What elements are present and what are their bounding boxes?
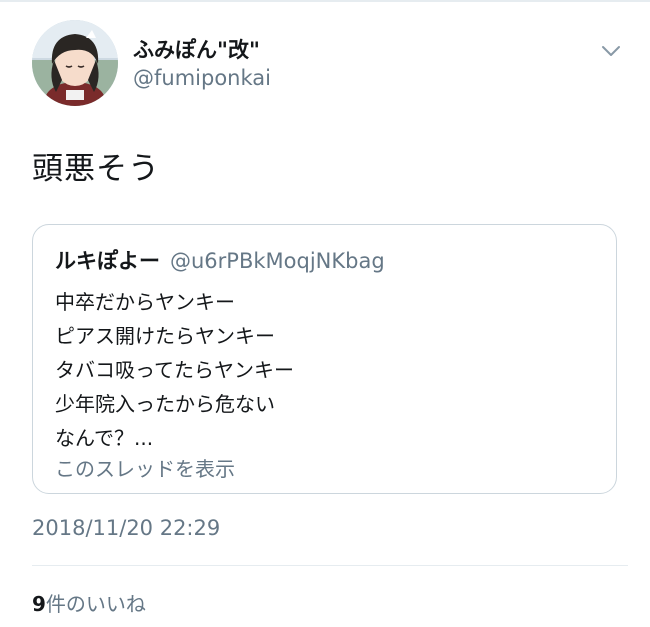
chevron-down-icon[interactable]: [598, 38, 624, 64]
top-divider: [0, 0, 650, 2]
likes-label: 件のいいね: [45, 592, 146, 616]
tweet-detail-page: ふみぽん"改" @fumiponkai 頭悪そう ルキぽよー @u6rPBkMoq…: [0, 0, 650, 627]
author-handle[interactable]: @fumiponkai: [133, 66, 271, 90]
show-thread-link[interactable]: このスレッドを表示: [55, 453, 235, 482]
quoted-tweet-line: 少年院入ったから危ない: [55, 392, 275, 416]
quoted-tweet-line: なんで？...: [55, 426, 154, 450]
author-display-name[interactable]: ふみぽん"改": [133, 34, 260, 64]
quoted-tweet-text: 中卒だからヤンキー ピアス開けたらヤンキー タバコ吸ってたらヤンキー 少年院入っ…: [55, 285, 294, 455]
quoted-tweet-line: ピアス開けたらヤンキー: [55, 324, 275, 348]
quoted-tweet-header: ルキぽよー @u6rPBkMoqjNKbag: [55, 245, 385, 275]
likes-count-link[interactable]: 9件のいいね: [32, 588, 146, 617]
quoted-author-handle: @u6rPBkMoqjNKbag: [170, 249, 385, 273]
quoted-tweet-line: タバコ吸ってたらヤンキー: [55, 358, 294, 382]
chevron-down-glyph: [602, 46, 620, 56]
quoted-tweet-line: 中卒だからヤンキー: [55, 290, 235, 314]
tweet-timestamp: 2018/11/20 22:29: [32, 516, 221, 540]
anime-avatar-icon[interactable]: [32, 20, 118, 106]
avatar-image: [32, 20, 118, 106]
quoted-tweet-card[interactable]: ルキぽよー @u6rPBkMoqjNKbag 中卒だからヤンキー ピアス開けたらヤ…: [32, 224, 617, 494]
stats-divider: [32, 565, 628, 566]
likes-count: 9: [32, 592, 46, 616]
tweet-text: 頭悪そう: [32, 151, 160, 187]
quoted-author-name: ルキぽよー: [55, 249, 160, 273]
